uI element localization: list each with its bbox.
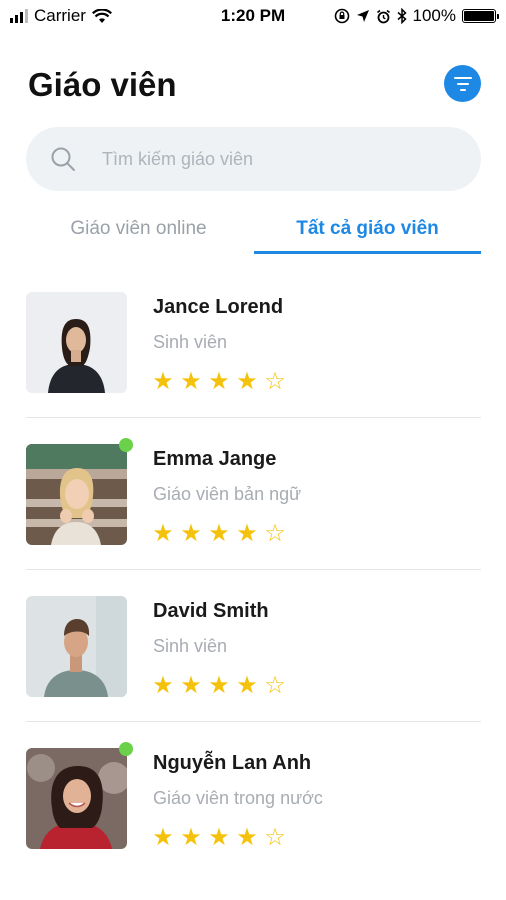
star-filled-icon: ★	[236, 520, 258, 547]
teacher-name: Nguyễn Lan Anh	[153, 752, 312, 774]
star-filled-icon: ★	[236, 824, 258, 851]
star-filled-icon: ★	[152, 824, 174, 851]
teacher-role: Sinh viên	[153, 332, 228, 352]
star-filled-icon: ★	[152, 368, 174, 395]
avatar-wrap	[26, 742, 133, 849]
alarm-icon	[376, 9, 390, 23]
rating-stars: ★ ★ ★ ★ ☆	[151, 522, 287, 546]
teacher-role: Giáo viên trong nước	[153, 788, 323, 808]
online-status-indicator	[119, 742, 133, 756]
star-outline-icon: ☆	[264, 672, 286, 699]
star-filled-icon: ★	[208, 520, 230, 547]
list-divider	[26, 569, 481, 570]
active-tab-indicator	[254, 251, 481, 254]
page-title: Giáo viên	[28, 66, 177, 103]
search-input[interactable]	[100, 147, 434, 171]
rating-stars: ★ ★ ★ ★ ☆	[151, 370, 287, 394]
list-divider	[26, 721, 481, 722]
avatar-wrap	[26, 292, 127, 393]
tab-bar: Giáo viên online Tất cả giáo viên	[26, 206, 481, 254]
avatar	[26, 596, 127, 697]
teacher-item[interactable]: David Smith Sinh viên ★ ★ ★ ★ ☆	[26, 596, 481, 748]
battery-percent: 100%	[412, 6, 456, 25]
rotation-lock-icon	[334, 8, 349, 24]
avatar	[26, 444, 127, 545]
star-outline-icon: ☆	[264, 520, 286, 547]
teacher-name: Emma Jange	[153, 448, 277, 470]
status-right: 100%	[334, 6, 499, 26]
location-icon	[356, 10, 369, 22]
star-outline-icon: ☆	[264, 368, 286, 395]
teacher-name: David Smith	[153, 600, 269, 622]
star-filled-icon: ★	[152, 520, 174, 547]
teacher-item[interactable]: Jance Lorend Sinh viên ★ ★ ★ ★ ☆	[26, 292, 481, 444]
star-filled-icon: ★	[152, 672, 174, 699]
tab-online-teachers[interactable]: Giáo viên online	[26, 206, 251, 251]
avatar	[26, 748, 127, 849]
avatar-wrap	[26, 596, 127, 697]
star-outline-icon: ☆	[264, 824, 286, 851]
star-filled-icon: ★	[236, 368, 258, 395]
star-filled-icon: ★	[208, 368, 230, 395]
teacher-role: Giáo viên bản ngữ	[153, 484, 302, 504]
list-divider	[26, 417, 481, 418]
star-filled-icon: ★	[180, 824, 202, 851]
avatar	[26, 292, 127, 393]
tab-all-teachers[interactable]: Tất cả giáo viên	[254, 206, 481, 251]
search-bar[interactable]	[26, 127, 481, 191]
bluetooth-icon	[397, 8, 407, 24]
teacher-name: Jance Lorend	[153, 296, 284, 318]
rating-stars: ★ ★ ★ ★ ☆	[151, 826, 287, 850]
search-icon	[51, 147, 75, 171]
rating-stars: ★ ★ ★ ★ ☆	[151, 674, 287, 698]
star-filled-icon: ★	[208, 672, 230, 699]
star-filled-icon: ★	[236, 672, 258, 699]
teacher-item[interactable]: Nguyễn Lan Anh Giáo viên trong nước ★ ★ …	[26, 742, 481, 900]
teacher-list: Jance Lorend Sinh viên ★ ★ ★ ★ ☆ Emma Ja…	[26, 292, 481, 900]
teacher-item[interactable]: Emma Jange Giáo viên bản ngữ ★ ★ ★ ★ ☆	[26, 438, 481, 596]
filter-button[interactable]	[444, 65, 481, 102]
filter-icon	[453, 76, 472, 91]
battery-icon	[462, 9, 499, 23]
avatar-wrap	[26, 438, 133, 545]
battery-fill	[464, 11, 494, 21]
teacher-role: Sinh viên	[153, 636, 228, 656]
star-filled-icon: ★	[180, 672, 202, 699]
star-filled-icon: ★	[208, 824, 230, 851]
star-filled-icon: ★	[180, 520, 202, 547]
status-bar: Carrier 1:20 PM 100%	[0, 0, 506, 32]
star-filled-icon: ★	[180, 368, 202, 395]
online-status-indicator	[119, 438, 133, 452]
